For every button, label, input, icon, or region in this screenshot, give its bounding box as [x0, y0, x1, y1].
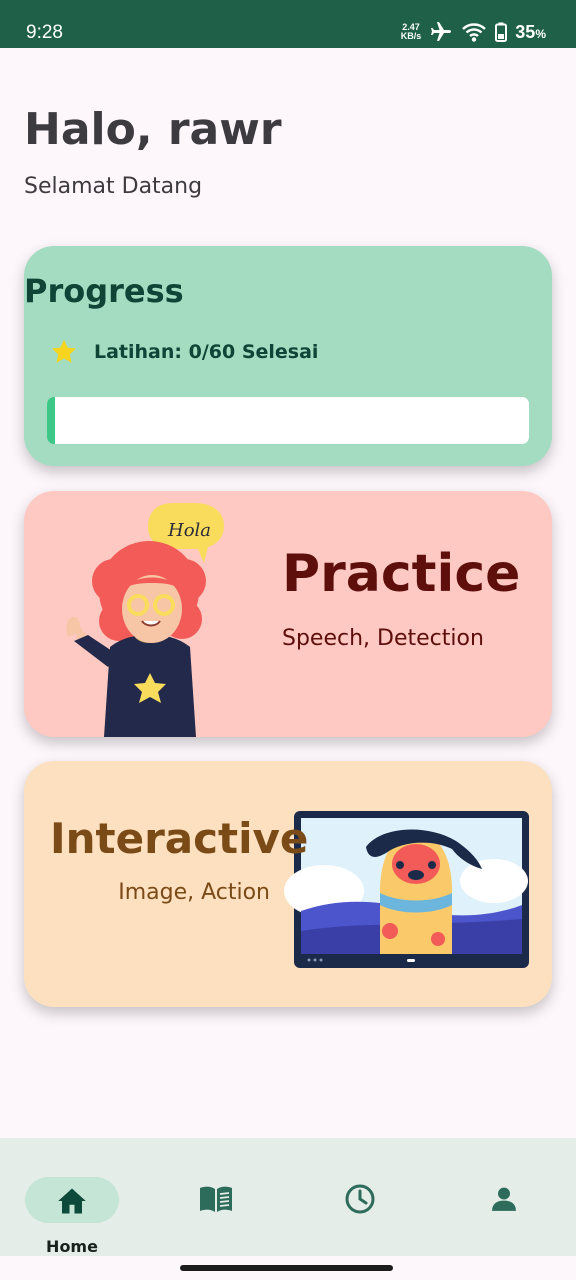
- practice-subtitle: Speech, Detection: [282, 626, 484, 651]
- network-speed-unit: KB/s: [400, 31, 422, 41]
- gesture-home-bar[interactable]: [180, 1265, 393, 1271]
- status-bar: 9:28 2.47 KB/s 35%: [0, 0, 576, 48]
- star-icon: [51, 339, 77, 363]
- progress-bar: [47, 397, 529, 444]
- interactive-subtitle: Image, Action: [118, 880, 270, 905]
- home-icon: [58, 1188, 86, 1214]
- battery-value: 35: [515, 21, 536, 42]
- battery-unit: %: [535, 26, 546, 41]
- battery-icon: [495, 22, 508, 42]
- network-speed: 2.47 KB/s: [401, 23, 422, 41]
- status-icons: 2.47 KB/s 35%: [401, 20, 546, 44]
- dog-tablet-illustration: [284, 811, 529, 968]
- nav-item-lessons[interactable]: [144, 1158, 288, 1248]
- nav-label-home: Home: [46, 1237, 98, 1256]
- practice-card[interactable]: Hola: [24, 491, 552, 737]
- nav-item-profile[interactable]: [432, 1158, 576, 1248]
- nav-item-home[interactable]: Home: [0, 1158, 144, 1256]
- battery-percentage: 35%: [515, 22, 546, 43]
- wifi-icon: [462, 23, 487, 42]
- bottom-navigation: Home: [0, 1138, 576, 1256]
- progress-label: Latihan: 0/60 Selesai: [94, 341, 319, 363]
- airplane-icon: [431, 22, 452, 41]
- book-icon: [200, 1186, 232, 1212]
- interactive-card[interactable]: [24, 761, 552, 1007]
- girl-waving-illustration: Hola: [66, 503, 224, 737]
- practice-title: Practice: [282, 544, 521, 604]
- progress-bar-fill: [47, 397, 55, 444]
- nav-item-history[interactable]: [288, 1158, 432, 1248]
- interactive-title: Interactive: [50, 814, 309, 863]
- progress-title: Progress: [24, 272, 184, 310]
- person-icon: [492, 1187, 516, 1211]
- status-time: 9:28: [26, 22, 63, 43]
- clock-icon: [345, 1184, 375, 1214]
- greeting-title: Halo, rawr: [24, 104, 282, 155]
- hola-bubble-text: Hola: [167, 520, 211, 541]
- progress-row: Latihan: 0/60 Selesai: [50, 338, 318, 366]
- greeting-subtitle: Selamat Datang: [24, 174, 203, 199]
